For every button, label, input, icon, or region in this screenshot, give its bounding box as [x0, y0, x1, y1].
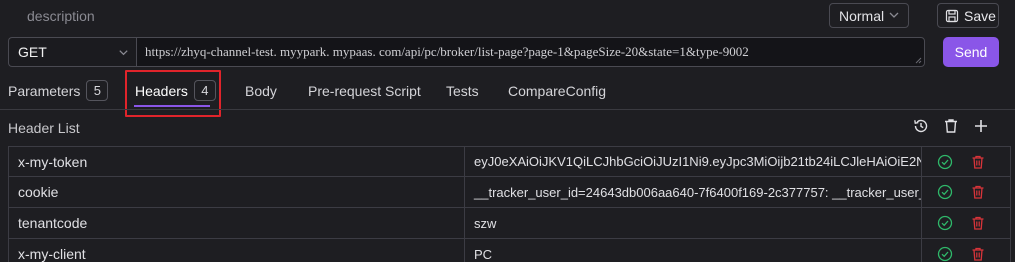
- header-value-cell[interactable]: PC: [465, 239, 922, 262]
- trash-icon[interactable]: [970, 215, 986, 231]
- chevron-down-icon: [119, 50, 128, 56]
- tab-label: Parameters: [8, 82, 81, 99]
- table-row: x-my-client PC: [8, 239, 1011, 262]
- mode-select[interactable]: Normal: [829, 3, 909, 28]
- mode-select-value: Normal: [839, 7, 885, 24]
- header-list-title: Header List: [8, 120, 80, 136]
- row-actions: [922, 208, 1010, 238]
- trash-icon[interactable]: [942, 117, 960, 135]
- check-circle-icon[interactable]: [937, 246, 953, 262]
- header-value-cell[interactable]: szw: [465, 208, 922, 238]
- trash-icon[interactable]: [970, 184, 986, 200]
- tab-parameters[interactable]: Parameters 5: [8, 78, 109, 103]
- active-tab-indicator: [134, 105, 210, 107]
- header-key-cell[interactable]: cookie: [9, 177, 465, 207]
- method-select[interactable]: GET: [8, 37, 136, 67]
- tab-label: Pre-request Script: [308, 82, 421, 99]
- tab-pre-request-script[interactable]: Pre-request Script: [308, 78, 421, 103]
- save-button[interactable]: Save: [937, 3, 999, 28]
- row-actions: [922, 147, 1010, 176]
- check-circle-icon[interactable]: [937, 215, 953, 231]
- row-actions: [922, 177, 1010, 207]
- chevron-down-icon: [889, 12, 899, 18]
- table-row: tenantcode szw: [8, 208, 1011, 239]
- header-key-cell[interactable]: x-my-client: [9, 239, 465, 262]
- tab-label: Headers: [135, 82, 188, 99]
- request-tabs: Parameters 5 Headers 4 Body Pre-request …: [0, 75, 1015, 107]
- tab-body[interactable]: Body: [245, 78, 277, 103]
- send-button[interactable]: Send: [943, 37, 999, 67]
- url-value: https://zhyq-channel-test. myypark. mypa…: [145, 44, 749, 59]
- plus-icon[interactable]: [972, 117, 990, 135]
- check-circle-icon[interactable]: [937, 184, 953, 200]
- save-icon: [945, 9, 959, 22]
- tab-compareconfig[interactable]: CompareConfig: [508, 78, 606, 103]
- history-icon[interactable]: [912, 117, 930, 135]
- tab-label: CompareConfig: [508, 82, 607, 99]
- tab-count-badge: 5: [86, 80, 109, 101]
- tab-label: Tests: [446, 82, 479, 99]
- tab-tests[interactable]: Tests: [446, 78, 479, 103]
- table-row: x-my-token eyJ0eXAiOiJKV1QiLCJhbGciOiJUz…: [8, 146, 1011, 177]
- header-table: x-my-token eyJ0eXAiOiJKV1QiLCJhbGciOiJUz…: [8, 146, 1011, 262]
- table-row: cookie __tracker_user_id=24643db006aa640…: [8, 177, 1011, 208]
- request-meta-bar: description Normal Save: [0, 0, 1015, 32]
- url-input[interactable]: https://zhyq-channel-test. myypark. mypa…: [136, 37, 925, 67]
- row-actions: [922, 239, 1010, 262]
- header-list-actions: [912, 117, 990, 135]
- header-key-cell[interactable]: tenantcode: [9, 208, 465, 238]
- method-value: GET: [18, 44, 47, 60]
- trash-icon[interactable]: [970, 246, 986, 262]
- trash-icon[interactable]: [970, 154, 986, 170]
- tab-label: Body: [245, 82, 277, 99]
- divider: [0, 109, 1015, 110]
- tab-count-badge: 4: [193, 80, 216, 101]
- description-field[interactable]: description: [27, 8, 95, 24]
- header-value-cell[interactable]: __tracker_user_id=24643db006aa640-7f6400…: [465, 177, 922, 207]
- header-key-cell[interactable]: x-my-token: [9, 147, 465, 176]
- tab-headers[interactable]: Headers 4: [135, 78, 216, 103]
- save-button-label: Save: [964, 7, 996, 24]
- header-value-cell[interactable]: eyJ0eXAiOiJKV1QiLCJhbGciOiJUzI1Ni9.eyJpc…: [465, 147, 922, 176]
- check-circle-icon[interactable]: [937, 154, 953, 170]
- resize-handle-icon[interactable]: [915, 57, 922, 64]
